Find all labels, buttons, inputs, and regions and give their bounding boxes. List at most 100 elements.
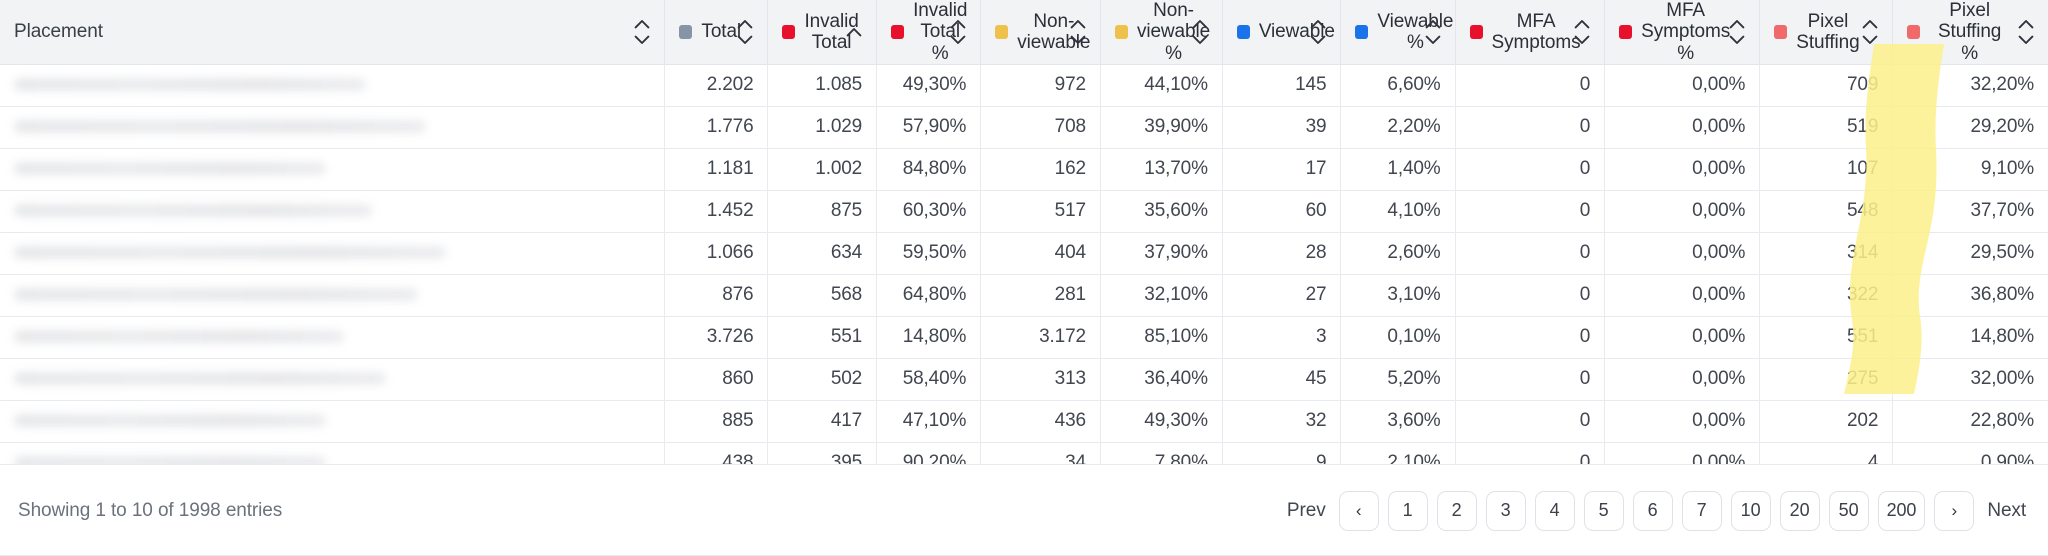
page-button-50[interactable]: 50	[1828, 490, 1869, 531]
page-button-20[interactable]: 20	[1779, 490, 1820, 531]
metric-color-swatch-total	[679, 24, 693, 39]
metric-color-swatch-invalid-total-pct	[891, 24, 905, 39]
page-button-4[interactable]: 4	[1534, 490, 1575, 531]
cell-mfa-symptoms: 0	[1455, 64, 1606, 107]
cell-mfa-symptoms-pct: 0,00%	[1604, 106, 1761, 149]
cell-viewable-pct: 2,20%	[1340, 106, 1456, 149]
cell-non-viewable: 281	[980, 274, 1101, 317]
column-header-mfa-symptoms-pct[interactable]: MFA Symptoms %	[1604, 0, 1761, 65]
cell-invalid-total-pct: 58,40%	[876, 358, 982, 401]
cell-pixel-stuffing-pct: 9,10%	[1892, 148, 2048, 191]
page-button-1[interactable]: 1	[1387, 490, 1428, 531]
redacted-placement-bar	[14, 414, 326, 428]
redacted-placement-bar	[14, 246, 446, 260]
column-header-label: MFA Symptoms	[1491, 10, 1581, 53]
cell-placement-redacted	[0, 274, 666, 317]
column-header-invalid-total-pct[interactable]: Invalid Total %	[876, 0, 982, 65]
cell-invalid-total-pct: 84,80%	[876, 148, 982, 191]
cell-total: 860	[664, 358, 769, 401]
page-button-10[interactable]: 10	[1730, 490, 1771, 531]
sort-toggle-icon[interactable]	[1729, 17, 1745, 47]
cell-viewable: 39	[1222, 106, 1342, 149]
cell-total: 1.776	[664, 106, 769, 149]
cell-placement-redacted	[0, 148, 666, 191]
pagination[interactable]: Prev ‹ 1 2 3 4 5 6 7 10 20 50 200 › Next	[1283, 490, 2030, 531]
table-row[interactable]: 1.776 1.029 57,90% 708 39,90% 39 2,20% 0 0,00% 51…	[0, 106, 2048, 149]
sort-toggle-icon[interactable]	[950, 17, 966, 47]
table-row[interactable]: 876 568 64,80% 281 32,10% 27 3,10% 0 0,00% 322 36,…	[0, 274, 2048, 317]
table-row[interactable]: 860 502 58,40% 313 36,40% 45 5,20% 0 0,00% 275 32,…	[0, 358, 2048, 401]
cell-non-viewable: 517	[980, 190, 1101, 233]
cell-viewable: 3	[1222, 316, 1342, 359]
table-row[interactable]: 885 417 47,10% 436 49,30% 32 3,60% 0 0,00% 202 22,…	[0, 400, 2048, 443]
cell-non-viewable: 162	[980, 148, 1101, 191]
cell-non-viewable-pct: 85,10%	[1100, 316, 1223, 359]
sort-ascending-icon[interactable]	[846, 17, 862, 47]
page-button-2[interactable]: 2	[1436, 490, 1477, 531]
cell-non-viewable: 708	[980, 106, 1101, 149]
column-header-pixel-stuffing-pct[interactable]: Pixel Stuffing %	[1892, 0, 2048, 65]
sort-toggle-icon[interactable]	[1192, 17, 1208, 47]
cell-mfa-symptoms: 0	[1455, 274, 1606, 317]
table-row[interactable]: 1.452 875 60,30% 517 35,60% 60 4,10% 0 0,00% 548 3…	[0, 190, 2048, 233]
cell-pixel-stuffing: 322	[1759, 274, 1894, 317]
column-header-viewable[interactable]: Viewable	[1222, 0, 1342, 65]
cell-viewable-pct: 1,40%	[1340, 148, 1456, 191]
cell-pixel-stuffing-pct: 22,80%	[1892, 400, 2048, 443]
next-label[interactable]: Next	[1983, 500, 2030, 522]
table-row[interactable]: 3.726 551 14,80% 3.172 85,10% 3 0,10% 0 0,00% 551…	[0, 316, 2048, 359]
column-header-non-viewable[interactable]: Non- viewable	[980, 0, 1101, 65]
column-header-non-viewable-pct[interactable]: Non- viewable %	[1100, 0, 1223, 65]
cell-viewable-pct: 4,10%	[1340, 190, 1456, 233]
cell-total: 1.181	[664, 148, 769, 191]
cell-pixel-stuffing: 551	[1759, 316, 1894, 359]
metric-color-swatch-mfa-symptoms	[1469, 24, 1483, 39]
table-body: 2.202 1.085 49,30% 972 44,10% 145 6,60% 0 0,00% 7…	[0, 64, 2048, 485]
sort-toggle-icon[interactable]	[1862, 17, 1878, 47]
cell-non-viewable-pct: 13,70%	[1100, 148, 1223, 191]
cell-mfa-symptoms-pct: 0,00%	[1604, 274, 1761, 317]
metric-color-swatch-invalid-total	[782, 24, 796, 39]
redacted-placement-bar	[14, 288, 418, 302]
column-header-viewable-pct[interactable]: Viewable %	[1340, 0, 1456, 65]
cell-placement-redacted	[0, 232, 666, 275]
redacted-placement-bar	[14, 78, 366, 92]
page-button-7[interactable]: 7	[1681, 490, 1722, 531]
page-button-200[interactable]: 200	[1877, 490, 1926, 531]
column-header-mfa-symptoms[interactable]: MFA Symptoms	[1455, 0, 1606, 65]
cell-total: 885	[664, 400, 769, 443]
sort-toggle-icon[interactable]	[1070, 17, 1086, 47]
cell-mfa-symptoms-pct: 0,00%	[1604, 232, 1761, 275]
page-button-5[interactable]: 5	[1583, 490, 1624, 531]
page-button-6[interactable]: 6	[1632, 490, 1673, 531]
cell-pixel-stuffing-pct: 36,80%	[1892, 274, 2048, 317]
column-header-invalid-total[interactable]: Invalid Total	[767, 0, 878, 65]
sort-toggle-icon[interactable]	[634, 17, 650, 47]
showing-entries-text: Showing 1 to 10 of 1998 entries	[18, 499, 283, 521]
cell-viewable-pct: 2,60%	[1340, 232, 1456, 275]
table-row[interactable]: 2.202 1.085 49,30% 972 44,10% 145 6,60% 0 0,00% 7…	[0, 64, 2048, 107]
cell-pixel-stuffing-pct: 32,00%	[1892, 358, 2048, 401]
page-button-3[interactable]: 3	[1485, 490, 1526, 531]
cell-viewable: 32	[1222, 400, 1342, 443]
sort-toggle-icon[interactable]	[1425, 17, 1441, 47]
sort-toggle-icon[interactable]	[1310, 17, 1326, 47]
column-header-total[interactable]: Total	[664, 0, 769, 65]
column-header-placement[interactable]: Placement	[0, 0, 666, 65]
column-header-pixel-stuffing[interactable]: Pixel Stuffing	[1759, 0, 1894, 65]
sort-toggle-icon[interactable]	[737, 17, 753, 47]
cell-invalid-total-pct: 14,80%	[876, 316, 982, 359]
sort-toggle-icon[interactable]	[1574, 17, 1590, 47]
cell-pixel-stuffing: 548	[1759, 190, 1894, 233]
sort-toggle-icon[interactable]	[2018, 17, 2034, 47]
table-row[interactable]: 1.181 1.002 84,80% 162 13,70% 17 1,40% 0 0,00% 10…	[0, 148, 2048, 191]
table-row[interactable]: 1.066 634 59,50% 404 37,90% 28 2,60% 0 0,00% 314 2…	[0, 232, 2048, 275]
redacted-placement-bar	[14, 120, 426, 134]
prev-label[interactable]: Prev	[1283, 500, 1330, 522]
table-header: Placement Total Invalid Total Invalid Total…	[0, 0, 2048, 65]
cell-invalid-total-pct: 47,10%	[876, 400, 982, 443]
next-page-button[interactable]: ›	[1934, 490, 1975, 531]
cell-pixel-stuffing-pct: 29,50%	[1892, 232, 2048, 275]
prev-page-button[interactable]: ‹	[1338, 490, 1379, 531]
cell-mfa-symptoms: 0	[1455, 232, 1606, 275]
